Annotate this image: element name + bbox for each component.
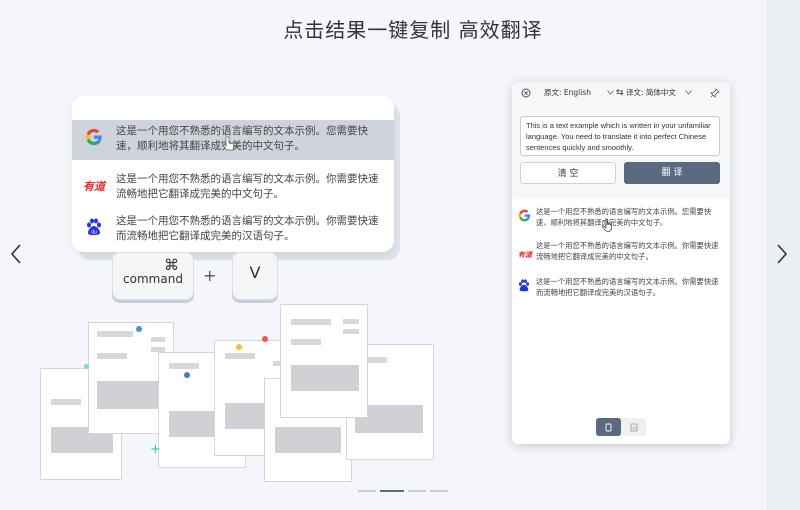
chevron-right-icon — [777, 244, 788, 264]
card-row-baidu[interactable]: du 这是一个用您不熟悉的语言编写的文本示例。你需要快速而流畅地把它翻译成完美的… — [72, 210, 394, 250]
youdao-icon: 有道 — [518, 250, 532, 259]
command-key: ⌘ command — [112, 252, 194, 300]
v-key: V — [232, 252, 278, 300]
page-title: 点击结果一键复制 高效翻译 — [283, 18, 543, 42]
card-row-text: 这是一个用您不熟悉的语言编写的文本示例。您需要快速，顺利地将其翻译成完美的中文句… — [116, 125, 368, 152]
grid-view-button[interactable] — [621, 418, 646, 436]
translate-button[interactable]: 翻 译 — [624, 162, 720, 184]
close-circle-icon[interactable] — [521, 88, 531, 98]
source-language-select[interactable]: 原文: English — [544, 86, 614, 100]
translation-results: 这是一个用您不熟悉的语言编写的文本示例。您需要快速，顺利地将其翻译成完美的中文句… — [512, 198, 730, 444]
result-item-youdao[interactable]: 有道 这是一个用您不熟悉的语言编写的文本示例。你需要快速流畅地把它翻译成完美的中… — [518, 240, 726, 262]
youdao-icon: 有道 — [83, 180, 105, 193]
result-item-baidu[interactable]: 这是一个用您不熟悉的语言编写的文本示例。你需要快速而流畅地把它翻译成完美的汉语句… — [518, 276, 726, 298]
swap-language-icon[interactable]: ⇆ — [616, 86, 624, 100]
cursor-icon — [222, 136, 235, 151]
list-view-button[interactable] — [596, 418, 621, 436]
hand-cursor-icon — [602, 218, 612, 232]
target-language-label: 译文: 简体中文 — [626, 88, 676, 97]
baidu-paw-icon: du — [87, 218, 101, 236]
plus-sign: + — [203, 266, 217, 285]
google-icon — [85, 128, 102, 146]
next-slide-button[interactable] — [770, 236, 794, 272]
source-language-label: 原文: English — [544, 88, 591, 97]
result-item-google[interactable]: 这是一个用您不熟悉的语言编写的文本示例。您需要快速，顺利地将其翻译成完美的中文句… — [518, 206, 726, 228]
copy-icon — [605, 423, 611, 431]
card-row-youdao[interactable]: 有道 这是一个用您不熟悉的语言编写的文本示例。你需要快速流畅地把它翻译成完美的中… — [72, 168, 394, 208]
chevron-down-icon — [685, 90, 692, 95]
result-demo-card: 这是一个用您不熟悉的语言编写的文本示例。您需要快速，顺利地将其翻译成完美的中文句… — [72, 96, 394, 252]
chevron-left-icon — [10, 244, 21, 264]
pager-dot[interactable] — [358, 490, 376, 492]
prev-slide-button[interactable] — [4, 236, 28, 272]
translator-popup: 原文: English ⇆ 译文: 简体中文 This is a text ex… — [512, 82, 730, 444]
source-text-input[interactable]: This is a text example which is written … — [520, 116, 720, 156]
pager-dot-active[interactable] — [380, 490, 404, 492]
result-text: 这是一个用您不熟悉的语言编写的文本示例。你需要快速而流畅地把它翻译成完美的汉语句… — [536, 277, 719, 297]
target-language-select[interactable]: 译文: 简体中文 — [626, 86, 692, 100]
pager-dot[interactable] — [408, 490, 426, 492]
svg-text:du: du — [91, 230, 97, 236]
baidu-paw-icon — [518, 279, 530, 292]
card-row-text: 这是一个用您不熟悉的语言编写的文本示例。你需要快速流畅地把它翻译成完美的中文句子… — [116, 173, 379, 200]
pin-icon[interactable] — [710, 88, 720, 98]
panel-toolbar: 原文: English ⇆ 译文: 简体中文 — [512, 82, 730, 104]
result-text: 这是一个用您不熟悉的语言编写的文本示例。你需要快速流畅地把它翻译成完美的中文句子… — [536, 241, 719, 261]
pager-dot[interactable] — [430, 490, 448, 492]
slide-pager — [358, 490, 448, 492]
command-label: command — [123, 272, 183, 286]
google-icon — [518, 209, 531, 222]
clear-button[interactable]: 清 空 — [520, 162, 616, 184]
view-mode-toggle[interactable] — [596, 418, 646, 436]
result-text: 这是一个用您不熟悉的语言编写的文本示例。您需要快速，顺利地将其翻译成完美的中文句… — [536, 207, 712, 227]
card-row-text: 这是一个用您不熟悉的语言编写的文本示例。你需要快速而流畅地把它翻译成完美的汉语句… — [116, 215, 379, 242]
grid-icon — [630, 423, 637, 431]
chevron-down-icon — [607, 90, 614, 95]
